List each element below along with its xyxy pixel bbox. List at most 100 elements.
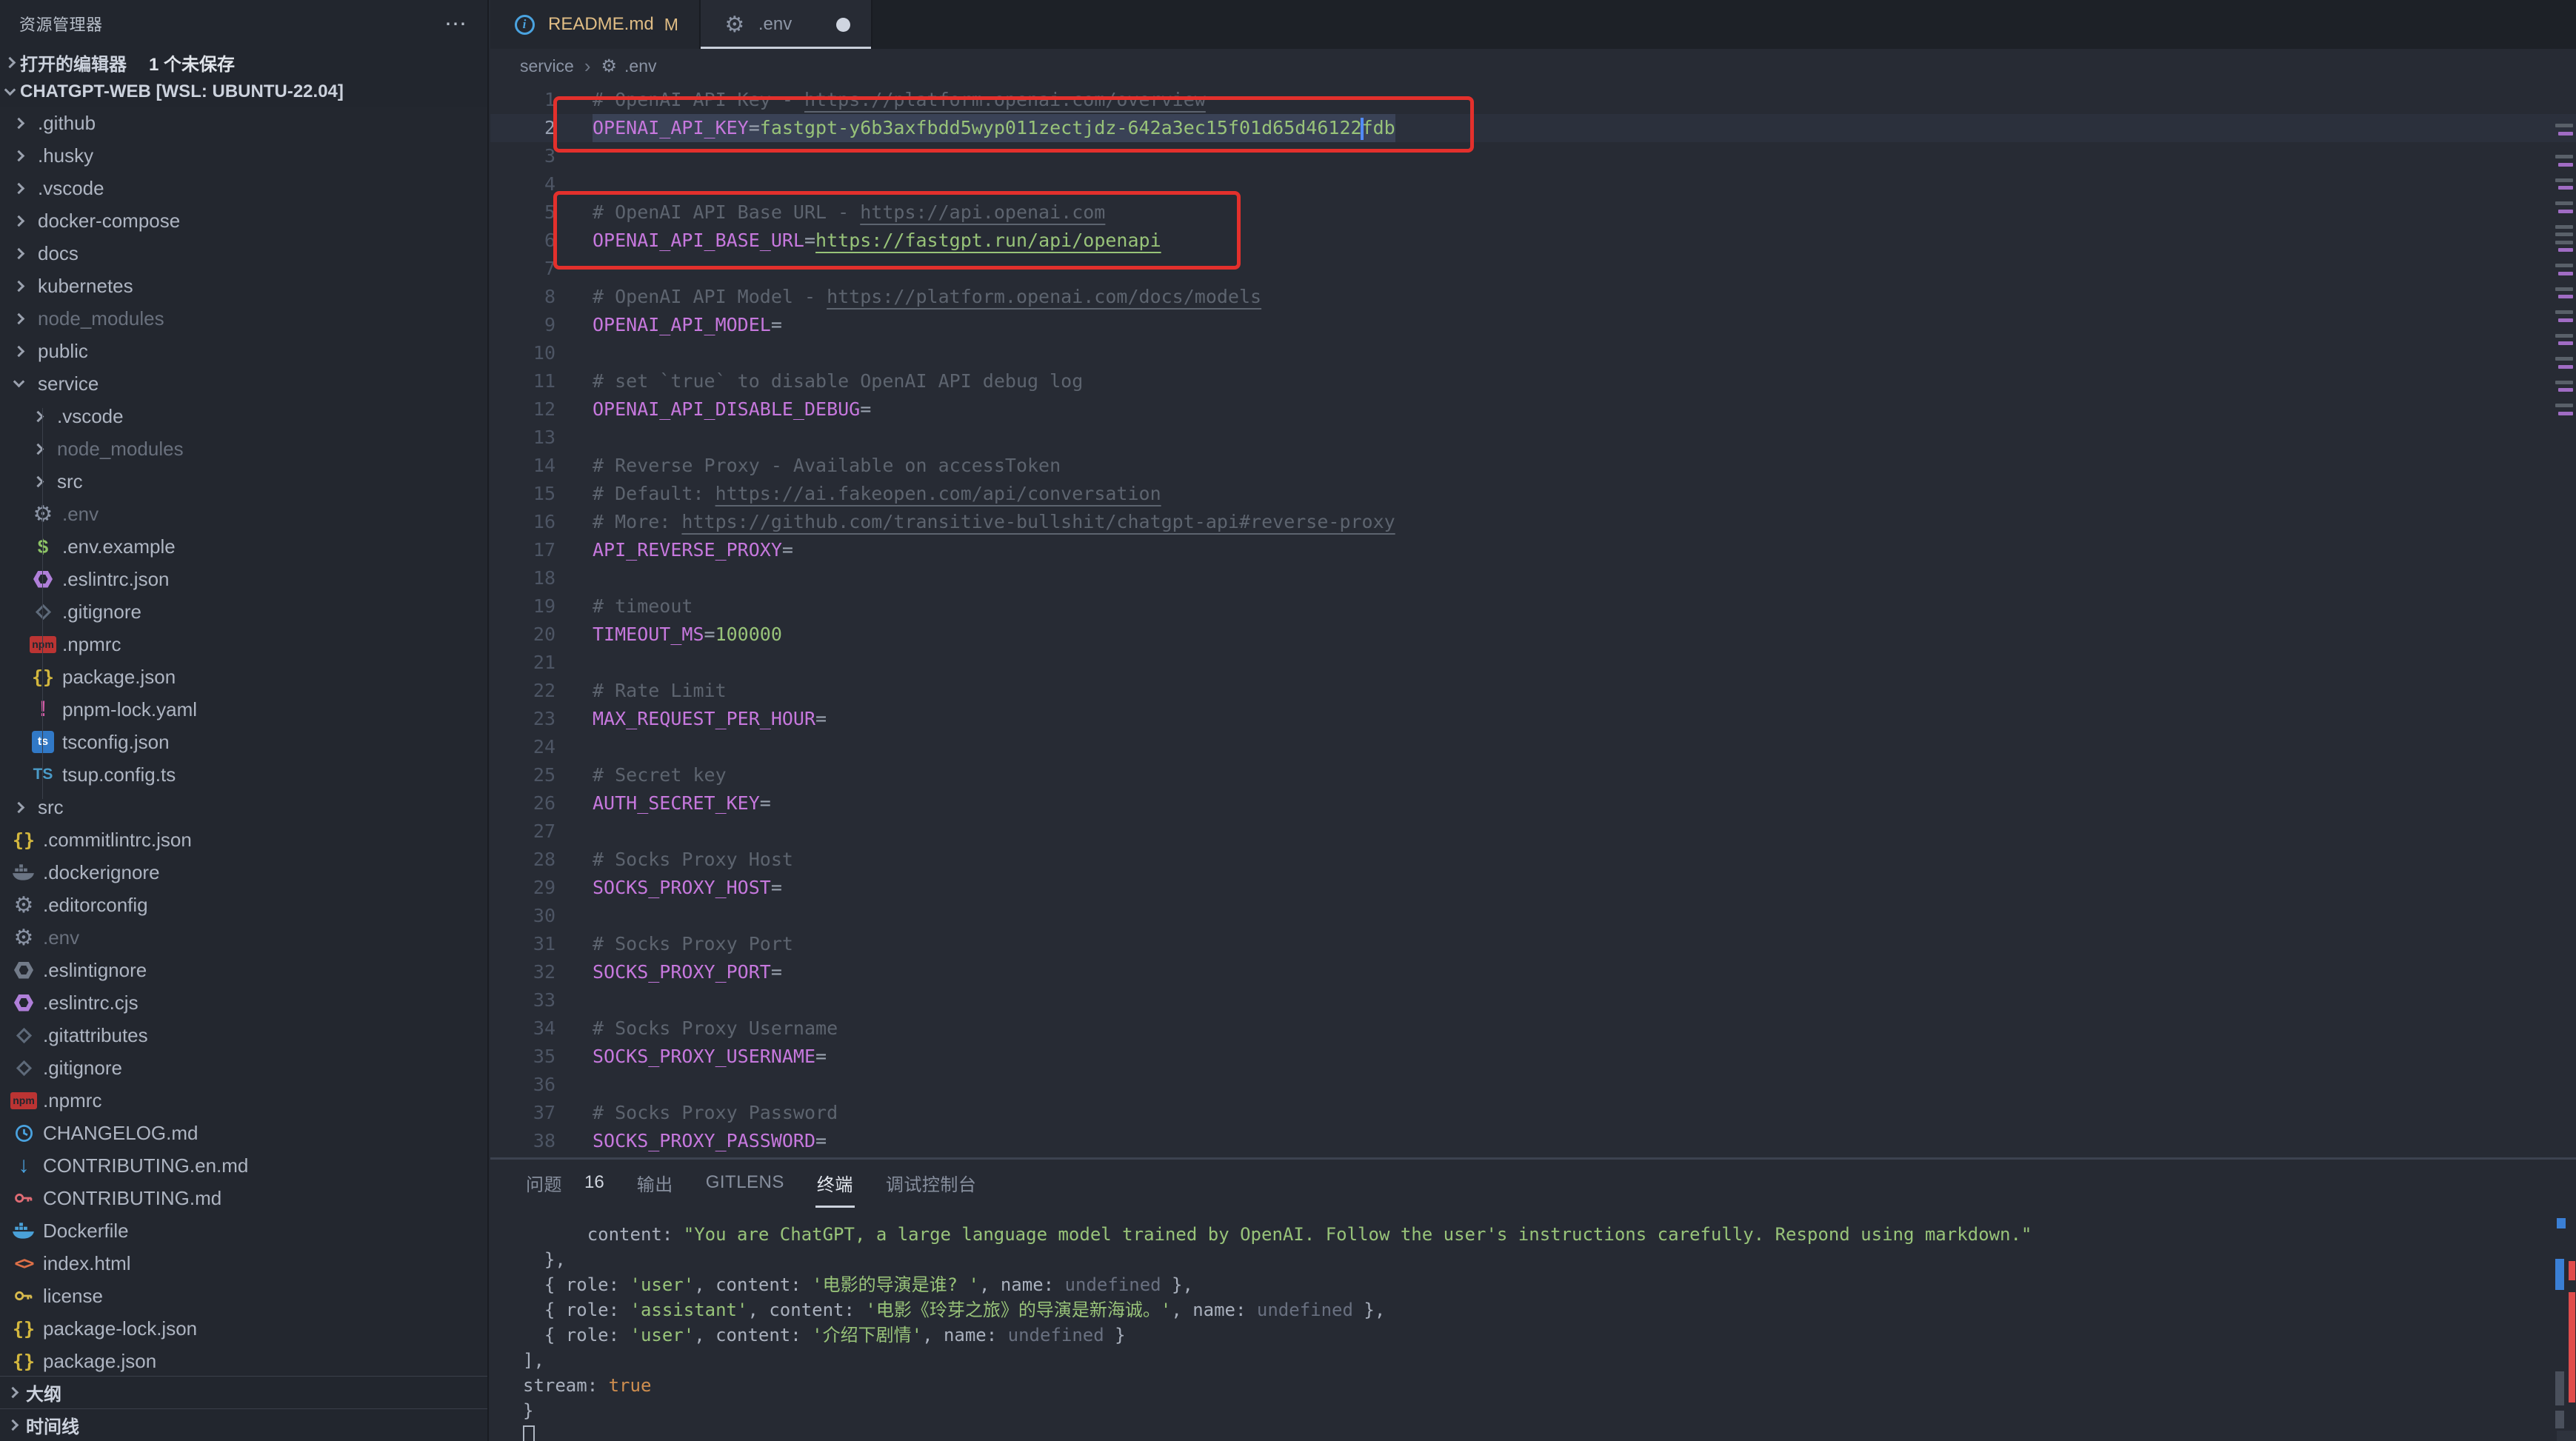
minimap[interactable] [2555, 83, 2576, 527]
minimap-mark [2555, 310, 2573, 314]
tree-file-license[interactable]: license [0, 1280, 487, 1312]
code-editor[interactable]: 1# OpenAI API Key - https://platform.ope… [490, 83, 2576, 1157]
breadcrumb-file[interactable]: .env [624, 56, 656, 76]
tree-item-label: .husky [38, 144, 93, 167]
breadcrumb-separator: › [584, 55, 591, 78]
more-actions-icon[interactable]: ⋯ [444, 11, 468, 37]
editor-line-15: 15# Default: https://ai.fakeopen.com/api… [490, 480, 2576, 508]
tree-file-package-lock.json[interactable]: {}package-lock.json [0, 1312, 487, 1345]
tree-folder-docs[interactable]: docs [0, 237, 487, 270]
tree-folder-docker-compose[interactable]: docker-compose [0, 204, 487, 237]
tree-item-label: public [38, 340, 88, 363]
panel-tab-问题[interactable]: 问题 [526, 1170, 562, 1196]
panel-tab-输出[interactable]: 输出 [637, 1170, 673, 1196]
tree-file-.npmrc[interactable]: npm.npmrc [0, 628, 487, 661]
arrow-down-icon: ↓ [10, 1152, 37, 1179]
tree-file-CONTRIBUTING.md[interactable]: CONTRIBUTING.md [0, 1182, 487, 1214]
tree-folder-.husky[interactable]: .husky [0, 139, 487, 172]
tree-item-label: package.json [62, 666, 176, 689]
line-number: 26 [490, 789, 555, 818]
tree-folder-kubernetes[interactable]: kubernetes [0, 270, 487, 302]
tree-file-.commitlintrc.json[interactable]: {}.commitlintrc.json [0, 823, 487, 856]
key-yellow-icon [10, 1283, 37, 1309]
line-number: 4 [490, 170, 555, 198]
tree-item-label: CONTRIBUTING.md [43, 1187, 221, 1210]
tree-file-CHANGELOG.md[interactable]: CHANGELOG.md [0, 1117, 487, 1149]
tree-file-index.html[interactable]: <>index.html [0, 1247, 487, 1280]
tree-file-.npmrc[interactable]: npm.npmrc [0, 1084, 487, 1117]
tree-file-Dockerfile[interactable]: Dockerfile [0, 1214, 487, 1247]
line-content: OPENAI_API_KEY=fastgpt-y6b3axfbdd5wyp011… [593, 114, 1395, 142]
tree-file-CONTRIBUTING.en.md[interactable]: ↓CONTRIBUTING.en.md [0, 1149, 487, 1182]
line-number: 36 [490, 1071, 555, 1099]
braces-icon: {} [10, 1315, 37, 1342]
tree-file-.env[interactable]: ⚙.env [0, 921, 487, 954]
tree-file-.dockerignore[interactable]: .dockerignore [0, 856, 487, 889]
outline-section[interactable]: 大纲 [0, 1376, 487, 1408]
minimap-mark [2555, 201, 2573, 205]
tree-folder-.github[interactable]: .github [0, 107, 487, 139]
tree-file-tsconfig.json[interactable]: tstsconfig.json [0, 726, 487, 758]
line-number: 1 [490, 86, 555, 114]
terminal-line: content: "You are ChatGPT, a large langu… [523, 1222, 2546, 1247]
tree-file-.gitignore[interactable]: .gitignore [0, 1052, 487, 1084]
eslint-purple-icon [30, 566, 56, 592]
line-content: # Secret key [593, 761, 727, 789]
key-red-icon [10, 1185, 37, 1211]
terminal-scrollbar-thumb[interactable] [2555, 1371, 2564, 1405]
timeline-section[interactable]: 时间线 [0, 1408, 487, 1441]
terminal-scrollbar-thumb[interactable] [2555, 1411, 2564, 1428]
tree-folder-.vscode[interactable]: .vscode [0, 400, 487, 432]
line-content: # Rate Limit [593, 677, 727, 705]
tab-README.md[interactable]: iREADME.mdM [490, 0, 701, 49]
tree-folder-node_modules[interactable]: node_modules [0, 302, 487, 335]
tree-file-.eslintrc.cjs[interactable]: .eslintrc.cjs [0, 986, 487, 1019]
tree-file-package.json[interactable]: {}package.json [0, 661, 487, 693]
editor-line-10: 10 [490, 339, 2576, 367]
tree-folder-src[interactable]: src [0, 791, 487, 823]
open-editors-section[interactable]: 打开的编辑器 1 个未保存 [0, 47, 487, 77]
tree-file-.editorconfig[interactable]: ⚙.editorconfig [0, 889, 487, 921]
tree-item-label: .eslintrc.cjs [43, 992, 139, 1014]
tab-.env[interactable]: ⚙.env [701, 0, 872, 49]
panel-tab-终端[interactable]: 终端 [817, 1170, 853, 1196]
tree-file-pnpm-lock.yaml[interactable]: !pnpm-lock.yaml [0, 693, 487, 726]
chevron-right-icon [13, 247, 25, 259]
tree-folder-service[interactable]: service [0, 367, 487, 400]
editor-line-5: 5# OpenAI API Base URL - https://api.ope… [490, 198, 2576, 227]
breadcrumb-folder[interactable]: service [520, 56, 574, 76]
panel-tab-调试控制台[interactable]: 调试控制台 [886, 1170, 977, 1196]
terminal-output[interactable]: content: "You are ChatGPT, a large langu… [523, 1222, 2546, 1441]
minimap-mark [2558, 210, 2573, 213]
workspace-root-row[interactable]: CHATGPT-WEB [WSL: UBUNTU-22.04] [0, 77, 487, 107]
tree-file-tsup.config.ts[interactable]: TStsup.config.ts [0, 758, 487, 791]
tree-file-.env.example[interactable]: $.env.example [0, 530, 487, 563]
tree-item-label: node_modules [57, 438, 184, 461]
eslint-purple-icon [10, 989, 37, 1016]
tree-folder-.vscode[interactable]: .vscode [0, 172, 487, 204]
unsaved-dot-icon[interactable] [836, 18, 850, 32]
editor-line-33: 33 [490, 986, 2576, 1014]
tree-folder-public[interactable]: public [0, 335, 487, 367]
gear-icon: ⚙ [721, 11, 748, 38]
tree-folder-node_modules[interactable]: node_modules [0, 432, 487, 465]
line-content: SOCKS_PROXY_USERNAME= [593, 1043, 827, 1071]
tree-file-.gitattributes[interactable]: .gitattributes [0, 1019, 487, 1052]
chevron-down-icon [13, 375, 25, 387]
tree-file-.eslintignore[interactable]: .eslintignore [0, 954, 487, 986]
minimap-mark [2555, 233, 2573, 236]
line-content: # More: https://github.com/transitive-bu… [593, 508, 1395, 536]
tree-file-.gitignore[interactable]: .gitignore [0, 595, 487, 628]
npm-icon: npm [10, 1087, 37, 1114]
tree-folder-src[interactable]: src [0, 465, 487, 498]
minimap-mark [2555, 404, 2573, 407]
terminal-line: { role: 'user', content: '介绍下剧情', name: … [523, 1323, 2546, 1348]
line-content: API_REVERSE_PROXY= [593, 536, 793, 564]
tree-file-package.json[interactable]: {}package.json [0, 1345, 487, 1377]
panel-tab-GITLENS[interactable]: GITLENS [706, 1172, 784, 1193]
terminal-scroll-mark-red [2569, 1380, 2575, 1402]
editor-line-16: 16# More: https://github.com/transitive-… [490, 508, 2576, 536]
tree-file-.eslintrc.json[interactable]: .eslintrc.json [0, 563, 487, 595]
line-content: SOCKS_PROXY_PASSWORD= [593, 1127, 827, 1155]
tree-file-.env[interactable]: ⚙.env [0, 498, 487, 530]
